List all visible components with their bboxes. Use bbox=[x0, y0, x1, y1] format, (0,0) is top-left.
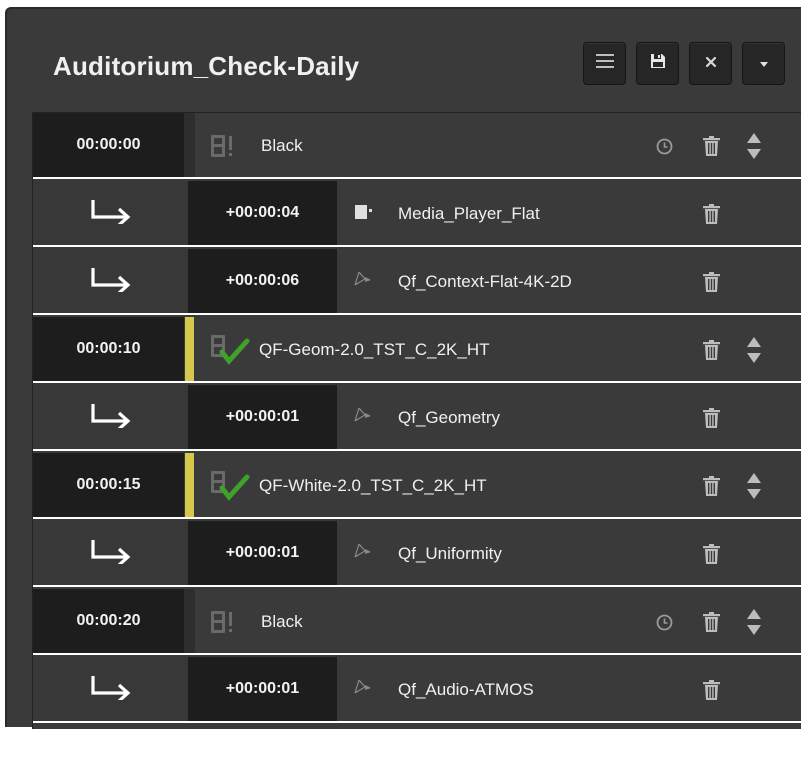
cue-label: Media_Player_Flat bbox=[398, 204, 540, 223]
cue-label: QF-Geom-2.0_TST_C_2K_HT bbox=[259, 340, 490, 359]
caret-down-icon bbox=[759, 55, 769, 73]
trash-icon[interactable] bbox=[703, 204, 720, 224]
dropdown-button[interactable] bbox=[742, 42, 785, 85]
child-arrow-cell bbox=[33, 657, 188, 721]
cue-body[interactable]: QF-Geom-2.0_TST_C_2K_HT bbox=[195, 317, 801, 381]
trash-icon[interactable] bbox=[703, 272, 720, 292]
return-arrow-icon bbox=[90, 538, 132, 569]
cue-body[interactable]: Qf_Context-Flat-4K-2D bbox=[337, 249, 801, 313]
film-warning-icon bbox=[211, 135, 237, 157]
cue-start-time: 00:00:10 bbox=[33, 317, 184, 381]
child-arrow-cell bbox=[33, 385, 188, 449]
floppy-disk-icon bbox=[650, 53, 666, 74]
cue-list: 00:00:00 Black +00:00:04 Media_Player_Fl… bbox=[32, 112, 801, 729]
playlist-title: Auditorium_Check-Daily bbox=[53, 51, 360, 81]
cue-offset-time: +00:00:01 bbox=[188, 657, 337, 721]
cue-row-sub[interactable]: +00:00:01 Qf_Geometry bbox=[33, 385, 801, 451]
cue-offset-time: +00:00:04 bbox=[188, 181, 337, 245]
return-arrow-icon bbox=[90, 674, 132, 705]
cue-label: Qf_Context-Flat-4K-2D bbox=[398, 272, 572, 291]
close-icon bbox=[705, 55, 717, 73]
cue-row-sub[interactable]: +00:00:01 Qf_Audio-ATMOS bbox=[33, 657, 801, 723]
list-end-spacer bbox=[33, 725, 801, 765]
reorder-handle-icon[interactable] bbox=[747, 133, 761, 159]
cue-body[interactable]: Qf_Audio-ATMOS bbox=[337, 657, 801, 721]
menu-button[interactable] bbox=[583, 42, 626, 85]
trash-icon[interactable] bbox=[703, 476, 720, 496]
reorder-handle-icon[interactable] bbox=[747, 473, 761, 499]
row-divider bbox=[184, 113, 195, 177]
return-arrow-icon bbox=[90, 402, 132, 433]
cue-icon bbox=[353, 679, 373, 695]
playlist-panel: Auditorium_Check-Daily 00:00:00 Black +0… bbox=[5, 7, 801, 729]
trash-icon[interactable] bbox=[703, 136, 720, 156]
cue-body[interactable]: Qf_Geometry bbox=[337, 385, 801, 449]
cue-label: Qf_Uniformity bbox=[398, 544, 502, 563]
cue-row-sub[interactable]: +00:00:04 Media_Player_Flat bbox=[33, 181, 801, 247]
cue-start-time: 00:00:15 bbox=[33, 453, 184, 517]
cue-row-main[interactable]: 00:00:00 Black bbox=[33, 113, 801, 179]
trash-icon[interactable] bbox=[703, 612, 720, 632]
hamburger-icon bbox=[595, 54, 614, 73]
row-divider bbox=[184, 589, 195, 653]
reorder-handle-icon[interactable] bbox=[747, 609, 761, 635]
child-arrow-cell bbox=[33, 249, 188, 313]
cue-label: Black bbox=[261, 612, 303, 631]
trash-icon[interactable] bbox=[703, 544, 720, 564]
cue-row-main[interactable]: 00:00:10 QF-Geom-2.0_TST_C_2K_HT bbox=[33, 317, 801, 383]
cue-body[interactable]: Media_Player_Flat bbox=[337, 181, 801, 245]
cue-body[interactable]: Black bbox=[195, 113, 801, 177]
cue-body[interactable]: Qf_Uniformity bbox=[337, 521, 801, 585]
cue-row-sub[interactable]: +00:00:01 Qf_Uniformity bbox=[33, 521, 801, 587]
clock-icon[interactable] bbox=[656, 614, 673, 631]
trash-icon[interactable] bbox=[703, 408, 720, 428]
cue-icon bbox=[353, 271, 373, 287]
selection-marker bbox=[185, 453, 194, 517]
cue-row-main[interactable]: 00:00:20 Black bbox=[33, 589, 801, 655]
film-check-icon bbox=[211, 471, 251, 501]
return-arrow-icon bbox=[90, 198, 132, 229]
selection-marker bbox=[185, 317, 194, 381]
close-button[interactable] bbox=[689, 42, 732, 85]
trash-icon[interactable] bbox=[703, 680, 720, 700]
reorder-handle-icon[interactable] bbox=[747, 337, 761, 363]
cue-label: Black bbox=[261, 136, 303, 155]
clock-icon[interactable] bbox=[656, 138, 673, 155]
cue-body[interactable]: QF-White-2.0_TST_C_2K_HT bbox=[195, 453, 801, 517]
cue-label: Qf_Audio-ATMOS bbox=[398, 680, 534, 699]
cue-row-main[interactable]: 00:00:15 QF-White-2.0_TST_C_2K_HT bbox=[33, 453, 801, 519]
cue-label: Qf_Geometry bbox=[398, 408, 501, 427]
child-arrow-cell bbox=[33, 521, 188, 585]
media-player-icon bbox=[355, 205, 373, 219]
playlist-header: Auditorium_Check-Daily bbox=[7, 9, 801, 112]
cue-start-time: 00:00:00 bbox=[33, 113, 184, 177]
trash-icon[interactable] bbox=[703, 340, 720, 360]
cue-icon bbox=[353, 407, 373, 423]
cue-offset-time: +00:00:01 bbox=[188, 385, 337, 449]
child-arrow-cell bbox=[33, 181, 188, 245]
save-button[interactable] bbox=[636, 42, 679, 85]
cue-row-sub[interactable]: +00:00:06 Qf_Context-Flat-4K-2D bbox=[33, 249, 801, 315]
cue-icon bbox=[353, 543, 373, 559]
cue-start-time: 00:00:20 bbox=[33, 589, 184, 653]
film-check-icon bbox=[211, 335, 251, 365]
cue-body[interactable]: Black bbox=[195, 589, 801, 653]
cue-offset-time: +00:00:06 bbox=[188, 249, 337, 313]
return-arrow-icon bbox=[90, 266, 132, 297]
cue-label: QF-White-2.0_TST_C_2K_HT bbox=[259, 476, 487, 495]
film-warning-icon bbox=[211, 611, 237, 633]
cue-offset-time: +00:00:01 bbox=[188, 521, 337, 585]
